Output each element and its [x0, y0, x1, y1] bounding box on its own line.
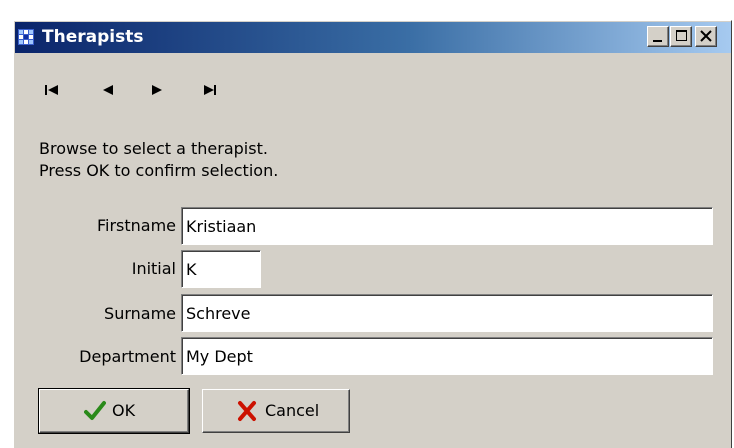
initial-label: Initial: [131, 259, 176, 278]
instruction-line-1: Browse to select a therapist.: [39, 139, 268, 158]
department-label: Department: [79, 347, 176, 366]
checkmark-icon: [84, 401, 106, 420]
firstname-field[interactable]: [181, 207, 713, 245]
last-record-icon[interactable]: [196, 81, 224, 99]
cancel-button[interactable]: Cancel: [202, 389, 350, 433]
app-icon: [18, 29, 34, 45]
ok-button[interactable]: OK: [38, 388, 190, 434]
prior-record-icon[interactable]: [96, 81, 124, 99]
ok-button-label: OK: [112, 401, 136, 420]
x-icon: [238, 401, 256, 421]
minimize-icon: [653, 40, 662, 42]
therapists-window: Therapists Browse to select a therapist.…: [13, 20, 732, 448]
title-bar[interactable]: Therapists: [15, 22, 731, 53]
cancel-button-label: Cancel: [265, 401, 320, 420]
close-button[interactable]: [695, 26, 717, 47]
first-record-icon[interactable]: [41, 81, 69, 99]
surname-field[interactable]: [181, 294, 713, 332]
next-record-icon[interactable]: [144, 81, 172, 99]
surname-label: Surname: [104, 304, 176, 323]
firstname-label: Firstname: [96, 216, 176, 235]
instruction-line-2: Press OK to confirm selection.: [39, 161, 279, 180]
initial-field[interactable]: [181, 250, 261, 288]
minimize-button[interactable]: [647, 26, 669, 47]
maximize-icon: [676, 30, 687, 41]
window-title: Therapists: [42, 27, 144, 47]
close-icon: [700, 30, 712, 42]
department-field[interactable]: [181, 337, 713, 375]
maximize-button[interactable]: [670, 26, 692, 47]
